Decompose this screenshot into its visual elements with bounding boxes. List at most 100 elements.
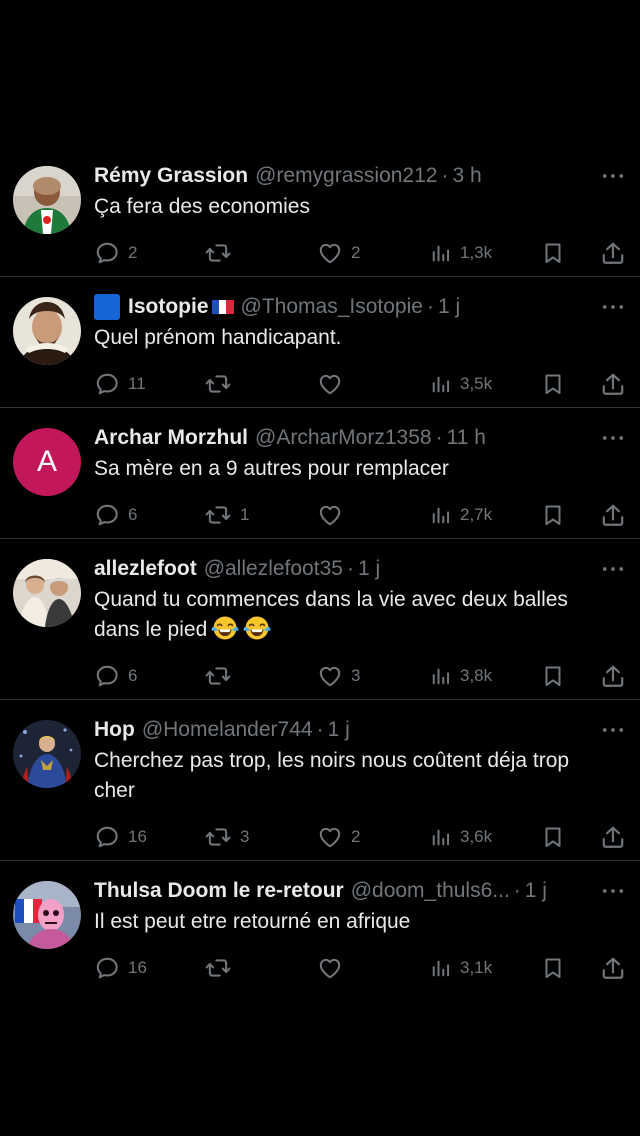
reply-item[interactable]: allezlefoot @allezlefoot35 · 1 j Quand t… [0,539,640,700]
reply-button[interactable]: 2 [94,238,137,268]
like-count: 2 [351,827,361,846]
share-icon [600,502,626,528]
user-handle[interactable]: @ArcharMorz1358 [255,422,432,454]
like-button[interactable] [317,369,351,399]
france-flag-icon [211,300,234,314]
more-icon[interactable] [600,291,626,323]
bookmark-button[interactable] [541,822,565,852]
more-icon[interactable] [600,160,626,192]
bookmark-icon [541,824,565,850]
views-count: 3,8k [460,666,493,685]
retweet-icon [204,371,232,397]
reply-header: Archar Morzhul @ArcharMorz1358 · 11 h [94,422,616,454]
views-button[interactable]: 2,7k [430,500,492,530]
bookmark-button[interactable] [541,500,565,530]
reply-count: 11 [128,374,146,393]
like-count: 2 [351,243,361,262]
views-button[interactable]: 1,3k [430,238,492,268]
avatar[interactable] [13,720,81,788]
reply-header: Thulsa Doom le re-retour @doom_thuls6...… [94,875,616,907]
display-name[interactable]: Rémy Grassion [94,160,248,192]
retweet-button[interactable] [204,369,240,399]
display-name[interactable]: Hop [94,714,135,746]
more-icon[interactable] [600,714,626,746]
like-button[interactable]: 3 [317,661,360,691]
retweet-button[interactable]: 1 [204,500,249,530]
views-button[interactable]: 3,5k [430,369,492,399]
timestamp[interactable]: 11 h [447,422,486,454]
avatar[interactable] [13,166,81,234]
views-count: 3,5k [460,374,493,393]
reply-button[interactable]: 11 [94,369,146,399]
user-handle[interactable]: @remygrassion212 [255,160,437,192]
more-icon[interactable] [600,422,626,454]
views-button[interactable]: 3,1k [430,953,492,983]
reply-item[interactable]: Hop @Homelander744 · 1 j Cherchez pas tr… [0,700,640,861]
reply-item[interactable]: Rémy Grassion @remygrassion212 · 3 h Ça … [0,146,640,277]
user-handle[interactable]: @allezlefoot35 [204,553,343,585]
like-button[interactable] [317,500,351,530]
reply-button[interactable]: 16 [94,822,147,852]
reply-text: Sa mère en a 9 autres pour remplacer [94,457,449,480]
views-button[interactable]: 3,8k [430,661,492,691]
separator-dot: · [513,879,521,902]
reply-text: Cherchez pas trop, les noirs nous coûten… [94,749,570,802]
retweet-icon [204,955,232,981]
face-with-tears-of-joy-icon [243,615,271,641]
like-button[interactable]: 2 [317,822,360,852]
share-icon [600,824,626,850]
share-button[interactable] [600,822,626,852]
views-icon [430,503,452,527]
heart-icon [317,371,343,397]
avatar[interactable] [13,881,81,949]
reply-item[interactable]: Thulsa Doom le re-retour @doom_thuls6...… [0,861,640,992]
views-count: 1,3k [460,243,493,262]
views-button[interactable]: 3,6k [430,822,492,852]
retweet-icon [204,824,232,850]
reply-item[interactable]: Isotopie @Thomas_Isotopie · 1 j Quel pré… [0,277,640,408]
timestamp[interactable]: 3 h [452,160,481,192]
display-name[interactable]: Isotopie [128,291,209,323]
user-handle[interactable]: @Thomas_Isotopie [241,291,423,323]
reply-icon [94,371,120,397]
bookmark-button[interactable] [541,661,565,691]
like-button[interactable] [317,953,351,983]
display-name[interactable]: Archar Morzhul [94,422,248,454]
reply-count: 16 [128,958,147,977]
share-button[interactable] [600,500,626,530]
display-name[interactable]: allezlefoot [94,553,197,585]
bookmark-button[interactable] [541,238,565,268]
retweet-button[interactable] [204,238,240,268]
reply-icon [94,663,120,689]
reply-item[interactable]: A Archar Morzhul @ArcharMorz1358 · 11 h … [0,408,640,539]
share-button[interactable] [600,238,626,268]
avatar[interactable] [13,297,81,365]
more-icon[interactable] [600,875,626,907]
separator-dot: · [346,557,354,580]
like-button[interactable]: 2 [317,238,360,268]
retweet-button[interactable] [204,953,240,983]
user-handle[interactable]: @doom_thuls6... [351,875,510,907]
more-icon[interactable] [600,553,626,585]
share-button[interactable] [600,369,626,399]
avatar[interactable] [13,559,81,627]
timestamp[interactable]: 1 j [328,714,350,746]
reply-button[interactable]: 6 [94,661,137,691]
avatar[interactable]: A [13,428,81,496]
retweet-button[interactable] [204,661,240,691]
reply-button[interactable]: 16 [94,953,147,983]
bookmark-button[interactable] [541,953,565,983]
display-name[interactable]: Thulsa Doom le re-retour [94,875,344,907]
timestamp[interactable]: 1 j [358,553,380,585]
share-button[interactable] [600,953,626,983]
bookmark-button[interactable] [541,369,565,399]
timestamp[interactable]: 1 j [438,291,460,323]
reply-button[interactable]: 6 [94,500,137,530]
reply-header: Hop @Homelander744 · 1 j [94,714,616,746]
timestamp[interactable]: 1 j [525,875,547,907]
user-handle[interactable]: @Homelander744 [142,714,313,746]
retweet-button[interactable]: 3 [204,822,249,852]
avatar-letter: A [13,428,81,496]
views-icon [430,956,452,980]
share-button[interactable] [600,661,626,691]
